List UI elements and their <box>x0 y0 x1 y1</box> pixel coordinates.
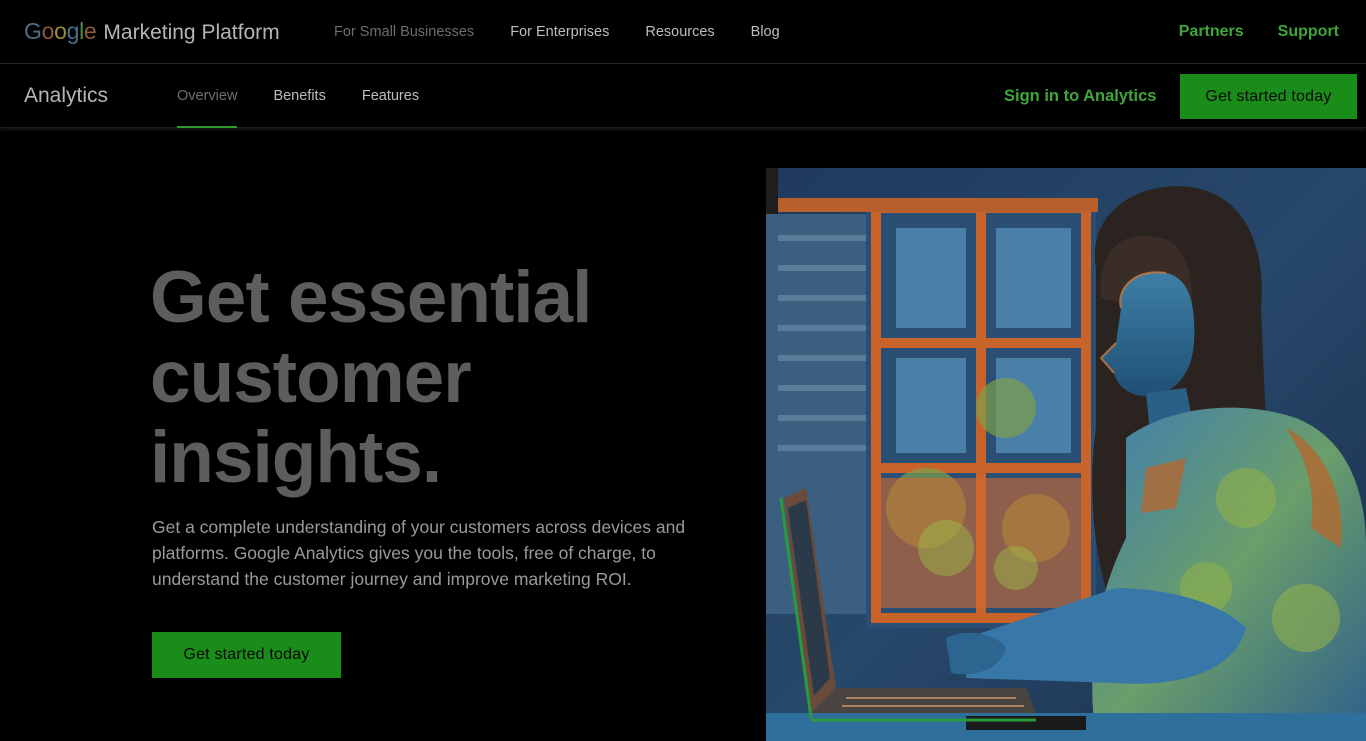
logo-letter: G <box>24 18 42 44</box>
nav-link-enterprises[interactable]: For Enterprises <box>510 24 609 40</box>
headline-line: customer <box>150 337 472 418</box>
partners-link[interactable]: Partners <box>1179 23 1244 41</box>
sign-in-link[interactable]: Sign in to Analytics <box>1004 65 1157 128</box>
headline-line: Get essential <box>150 257 592 338</box>
logo-letter: g <box>66 18 80 44</box>
tab-overview[interactable]: Overview <box>177 65 238 128</box>
tab-features[interactable]: Features <box>362 65 419 128</box>
hero-headline: Get essential customer insights. <box>150 258 750 498</box>
logo-letter: o <box>54 18 67 44</box>
google-marketing-platform-logo[interactable]: Google Marketing Platform <box>24 18 280 46</box>
nav-link-blog[interactable]: Blog <box>751 24 780 40</box>
product-title: Analytics <box>24 84 109 107</box>
get-started-hero-button[interactable]: Get started today <box>152 632 341 678</box>
product-tabs: Overview Benefits Features <box>177 65 455 128</box>
logo-letter: o <box>41 18 55 44</box>
logo-platform-text: Marketing Platform <box>103 21 280 44</box>
product-navigation-bar: Analytics Overview Benefits Features Sig… <box>0 65 1366 128</box>
logo-letter: e <box>83 18 97 44</box>
top-right-links: Partners Support <box>1145 0 1339 64</box>
person-at-laptop-illustration <box>766 168 1366 741</box>
hero-description: Get a complete understanding of your cus… <box>152 517 686 589</box>
nav-link-resources[interactable]: Resources <box>645 24 714 40</box>
support-link[interactable]: Support <box>1278 23 1339 41</box>
hero-image <box>766 168 1366 741</box>
tab-benefits[interactable]: Benefits <box>273 65 325 128</box>
top-navigation-bar: Google Marketing Platform For Small Busi… <box>0 0 1366 64</box>
headline-line: insights. <box>150 417 442 498</box>
get-started-header-button[interactable]: Get started today <box>1180 74 1357 119</box>
nav-link-small-businesses[interactable]: For Small Businesses <box>334 24 474 40</box>
google-wordmark: Google <box>24 18 97 45</box>
top-nav-links: For Small Businesses For Enterprises Res… <box>334 0 816 64</box>
